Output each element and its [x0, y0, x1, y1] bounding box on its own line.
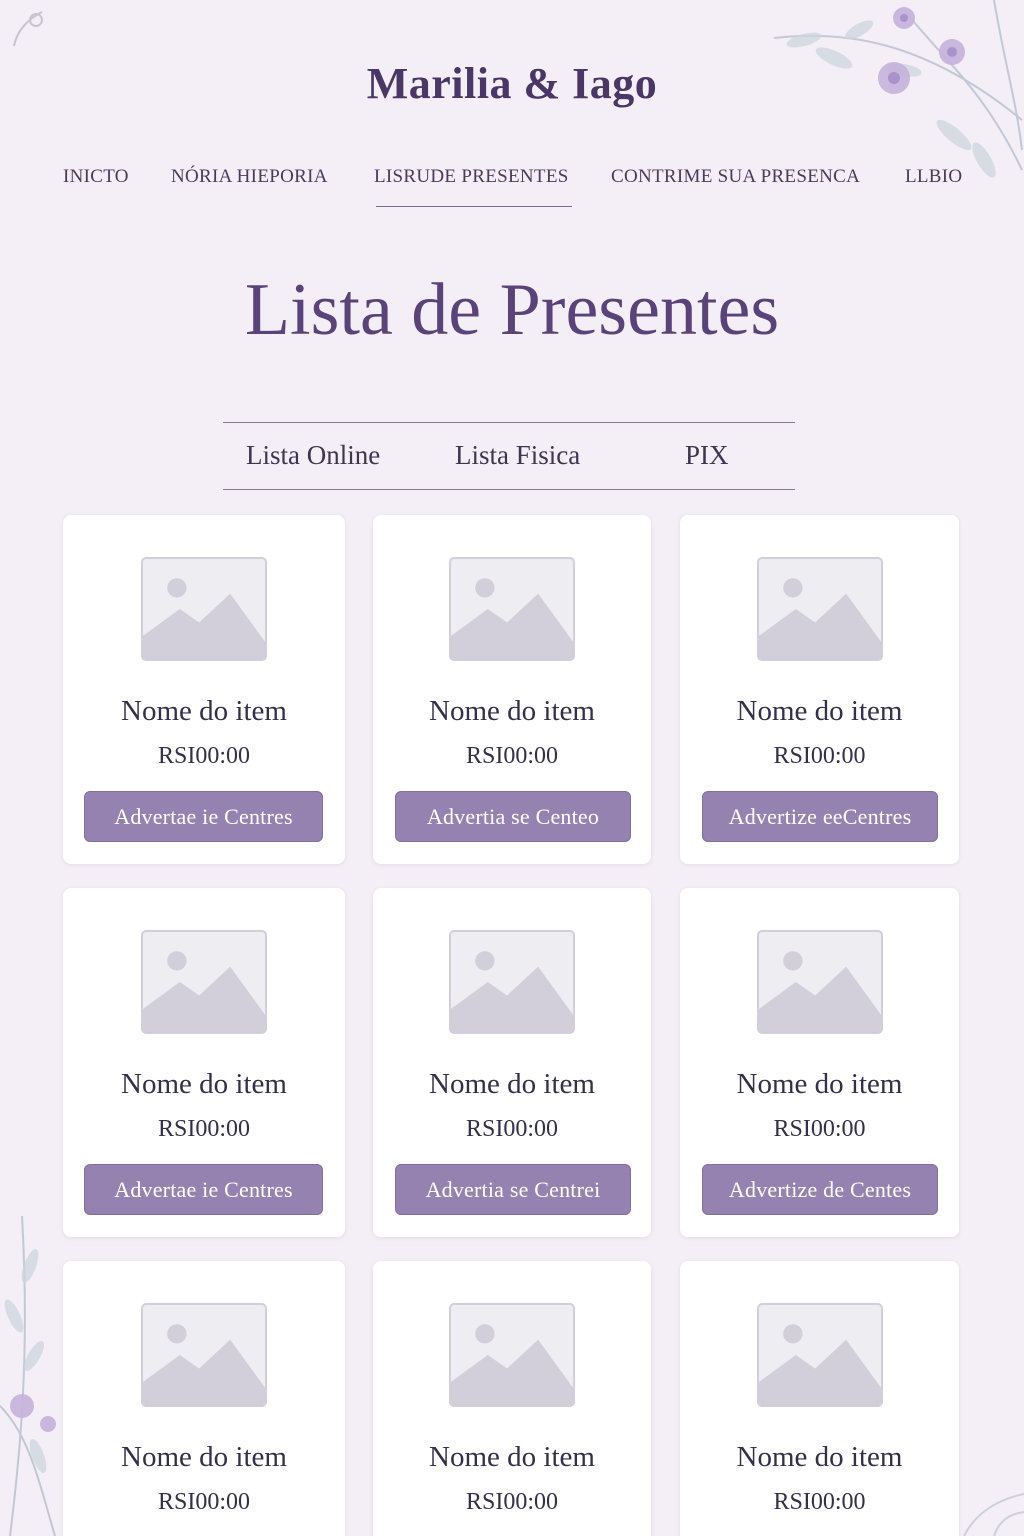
item-name: Nome do item [736, 1441, 903, 1473]
gift-card: Nome do item RSI00:00 [373, 1261, 651, 1536]
give-gift-button[interactable]: Advertia se Centeo [395, 791, 631, 842]
item-price: RSI00:00 [157, 743, 250, 769]
give-gift-button[interactable]: Advertia se Centrei [395, 1164, 631, 1215]
item-name: Nome do item [736, 1068, 903, 1100]
tab-pix[interactable]: PIX [685, 440, 729, 471]
tab-lista-fisica[interactable]: Lista Fisica [455, 440, 580, 471]
item-price: RSI00:00 [157, 1489, 250, 1515]
tab-lista-online[interactable]: Lista Online [246, 440, 380, 471]
image-placeholder-icon [449, 930, 575, 1034]
image-placeholder-icon [757, 930, 883, 1034]
item-name: Nome do item [121, 1068, 287, 1100]
main-nav: INICTO NÓRIA HIEPORIA LISRUDE PRESENTES … [0, 166, 1024, 210]
nav-item-historia[interactable]: NÓRIA HIEPORIA [171, 166, 328, 188]
nav-item-confirme-presenca[interactable]: CONTRIME SUA PRESENCA [611, 166, 860, 188]
gift-card: Nome do item RSI00:00 Advertia se Centeo [373, 515, 651, 864]
gift-card: Nome do item RSI00:00 [680, 1261, 959, 1536]
item-price: RSI00:00 [157, 1116, 250, 1142]
image-placeholder-icon [449, 1303, 575, 1407]
image-placeholder-icon [757, 557, 883, 661]
item-price: RSI00:00 [465, 1489, 558, 1515]
item-price: RSI00:00 [465, 743, 558, 769]
page-title: Lista de Presentes [244, 269, 780, 351]
item-name: Nome do item [736, 695, 903, 727]
image-placeholder-icon [141, 557, 267, 661]
item-name: Nome do item [121, 1441, 287, 1473]
site-title: Marilia & Iago [366, 59, 658, 108]
image-placeholder-icon [449, 557, 575, 661]
give-gift-button[interactable]: Advertize eeCentres [702, 791, 938, 842]
floral-decoration-icon [13, 11, 43, 47]
nav-item-lista-presentes[interactable]: LISRUDE PRESENTES [374, 166, 572, 207]
give-gift-button[interactable]: Advertae ie Centres [84, 791, 323, 842]
nav-item-album[interactable]: LLBIO [905, 166, 962, 188]
gift-card: Nome do item RSI00:00 Advertia se Centrei [373, 888, 651, 1237]
gift-card: Nome do item RSI00:00 Advertize eeCentres [680, 515, 959, 864]
item-price: RSI00:00 [773, 743, 866, 769]
nav-item-inicio[interactable]: INICTO [63, 166, 129, 188]
gift-card: Nome do item RSI00:00 Advertae ie Centres [63, 515, 345, 864]
item-name: Nome do item [429, 695, 595, 727]
item-name: Nome do item [429, 1441, 595, 1473]
give-gift-button[interactable]: Advertize de Centes [702, 1164, 938, 1215]
item-price: RSI00:00 [773, 1489, 866, 1515]
image-placeholder-icon [141, 1303, 267, 1407]
gift-card: Nome do item RSI00:00 Advertize de Centes [680, 888, 959, 1237]
item-name: Nome do item [429, 1068, 595, 1100]
gift-list-tabs: Lista Online Lista Fisica PIX [223, 422, 795, 490]
gift-card: Nome do item RSI00:00 [63, 1261, 345, 1536]
item-price: RSI00:00 [465, 1116, 558, 1142]
image-placeholder-icon [757, 1303, 883, 1407]
item-name: Nome do item [121, 695, 287, 727]
item-price: RSI00:00 [773, 1116, 866, 1142]
gift-card: Nome do item RSI00:00 Advertae ie Centres [63, 888, 345, 1237]
floral-decoration-icon [963, 1493, 1024, 1536]
image-placeholder-icon [141, 930, 267, 1034]
give-gift-button[interactable]: Advertae ie Centres [84, 1164, 323, 1215]
